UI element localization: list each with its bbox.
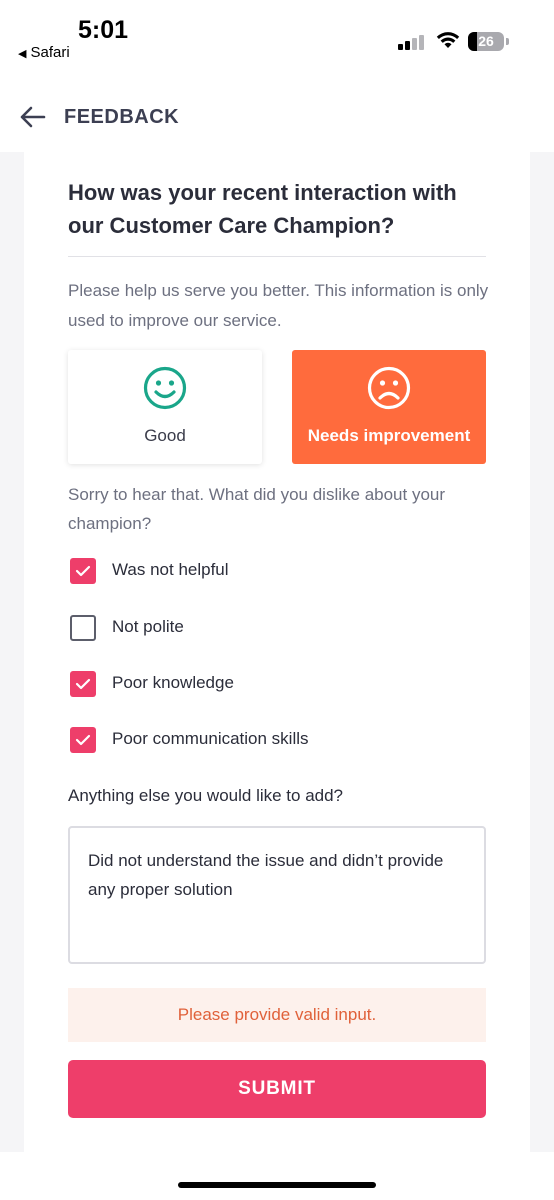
checkbox-checked[interactable] xyxy=(70,671,96,697)
reason-label: Poor knowledge xyxy=(112,673,234,692)
back-app-label: Safari xyxy=(30,44,70,61)
reason-poor-communication-checkbox-row[interactable]: Poor communication skills xyxy=(68,726,488,754)
submit-button[interactable]: SUBMIT xyxy=(68,1060,486,1118)
reason-not-polite-checkbox-row[interactable]: Not polite xyxy=(68,614,488,642)
battery-percentage: 26 xyxy=(478,33,494,49)
page-title: FEEDBACK xyxy=(64,106,180,128)
bottom-safe-area xyxy=(0,1152,554,1200)
reason-label: Poor communication skills xyxy=(112,729,309,748)
feedback-question: How was your recent interaction with our… xyxy=(68,180,457,238)
good-option-label: Good xyxy=(144,426,186,445)
additional-comments-textarea[interactable]: Did not understand the issue and didn’t … xyxy=(68,826,486,964)
sad-face-icon xyxy=(367,366,411,410)
back-to-safari-link[interactable]: ◀ Safari xyxy=(18,44,70,61)
reason-poor-knowledge-checkbox-row[interactable]: Poor knowledge xyxy=(68,670,488,698)
arrow-left-icon[interactable] xyxy=(18,105,46,129)
error-message: Please provide valid input. xyxy=(68,988,486,1042)
needs-improvement-option-label: Needs improvement xyxy=(307,426,471,445)
check-icon xyxy=(75,565,91,577)
reason-not-helpful-checkbox-row[interactable]: Was not helpful xyxy=(68,557,488,585)
status-bar: 5:01 ◀ Safari 26 xyxy=(0,0,554,70)
status-time: 5:01 xyxy=(78,16,129,44)
divider xyxy=(68,256,486,257)
additional-comments-prompt: Anything else you would like to add? xyxy=(68,786,344,805)
check-icon xyxy=(75,678,91,690)
checkbox-checked[interactable] xyxy=(70,558,96,584)
good-option-button[interactable]: Good xyxy=(68,350,262,464)
reason-label: Not polite xyxy=(112,617,184,636)
home-indicator[interactable] xyxy=(178,1182,376,1188)
reason-label: Was not helpful xyxy=(112,560,229,579)
app-header: FEEDBACK xyxy=(0,70,554,152)
battery-icon: 26 xyxy=(468,32,504,51)
feedback-card: How was your recent interaction with our… xyxy=(24,152,530,1152)
checkbox-unchecked[interactable] xyxy=(70,615,96,641)
check-icon xyxy=(75,734,91,746)
dislike-prompt: Sorry to hear that. What did you dislike… xyxy=(68,485,446,533)
back-triangle-icon: ◀ xyxy=(18,48,27,60)
checkbox-checked[interactable] xyxy=(70,727,96,753)
wifi-icon xyxy=(436,32,460,48)
feedback-subtext: Please help us serve you better. This in… xyxy=(68,281,489,330)
smile-face-icon xyxy=(143,366,187,410)
cellular-signal-icon xyxy=(398,34,424,50)
needs-improvement-option-button[interactable]: Needs improvement xyxy=(292,350,486,464)
